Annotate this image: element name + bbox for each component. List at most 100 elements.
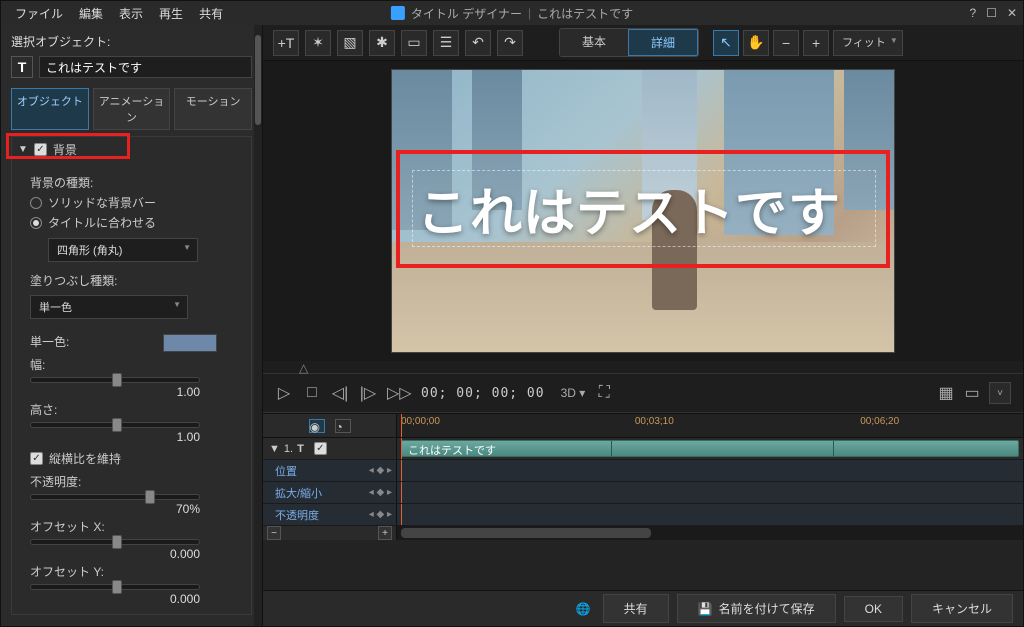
zoom-in-button[interactable]: +: [803, 30, 829, 56]
maximize-icon[interactable]: ☐: [986, 6, 997, 20]
tab-motion[interactable]: モーション: [174, 88, 252, 130]
title-clip[interactable]: これはテストです: [401, 440, 1019, 457]
mode-basic[interactable]: 基本: [560, 29, 628, 56]
keyframe-nav[interactable]: ◂ ◆ ▸: [369, 465, 392, 476]
fullscreen-button[interactable]: ⛶: [595, 384, 613, 402]
radio-icon-selected: [30, 217, 42, 229]
keyframe-nav[interactable]: ◂ ◆ ▸: [369, 487, 392, 498]
add-text-button[interactable]: +T: [273, 30, 299, 56]
width-value: 1.00: [30, 385, 200, 399]
track-lane-scale[interactable]: [397, 482, 1023, 503]
redo-button[interactable]: ↷: [497, 30, 523, 56]
track-header-opacity[interactable]: 不透明度 ◂ ◆ ▸: [263, 504, 397, 525]
stop-button[interactable]: □: [303, 384, 321, 402]
radio-solid-bar[interactable]: ソリッドな背景バー: [30, 194, 243, 211]
undo-button[interactable]: ↶: [465, 30, 491, 56]
playhead-marker-icon[interactable]: △: [299, 361, 308, 375]
opacity-value: 70%: [30, 502, 200, 516]
track-lane-main[interactable]: これはテストです: [397, 438, 1023, 459]
safe-zone-button[interactable]: ▭: [963, 383, 981, 403]
lock-aspect-checkbox[interactable]: ✓: [30, 452, 43, 465]
title-text-content[interactable]: これはテストです: [412, 170, 876, 247]
track-lane-opacity[interactable]: [397, 504, 1023, 525]
timeline: ◉ ◔ 00;00;00 00;03;10 00;06;20 ▼ 1. T: [263, 413, 1023, 590]
ruler-tick: 00;03;10: [635, 416, 674, 427]
save-icon: 💾: [698, 602, 713, 616]
track-header-position[interactable]: 位置 ◂ ◆ ▸: [263, 460, 397, 481]
add-particle-button[interactable]: ✶: [305, 30, 331, 56]
ruler-tick: 00;06;20: [860, 416, 899, 427]
preview-canvas[interactable]: これはテストです: [391, 69, 895, 353]
menu-share[interactable]: 共有: [191, 5, 231, 22]
menu-file[interactable]: ファイル: [7, 5, 71, 22]
lock-aspect-row[interactable]: ✓ 縦横比を維持: [30, 450, 243, 467]
offset-x-value: 0.000: [30, 547, 200, 561]
app-title: タイトル デザイナー: [411, 5, 522, 22]
add-effect-button[interactable]: ✱: [369, 30, 395, 56]
keyframe-tab-icon[interactable]: ◉: [309, 419, 325, 433]
clock-tab-icon[interactable]: ◔: [335, 419, 351, 433]
app-logo-icon: [391, 6, 405, 20]
timeline-zoom-out[interactable]: −: [267, 526, 281, 540]
toggle-box-button[interactable]: ▭: [401, 30, 427, 56]
doc-title: これはテストです: [537, 5, 633, 22]
next-frame-button[interactable]: |▷: [359, 383, 377, 403]
share-button[interactable]: 共有: [603, 594, 669, 623]
title-center: タイトル デザイナー | これはテストです: [391, 5, 633, 22]
move-tool[interactable]: ↖: [713, 30, 739, 56]
offset-x-slider[interactable]: [30, 539, 200, 545]
prev-frame-button[interactable]: ◁|: [331, 383, 349, 403]
offset-y-slider[interactable]: [30, 584, 200, 590]
timeline-zoom-in[interactable]: +: [378, 526, 392, 540]
play-button[interactable]: ▷: [275, 383, 293, 403]
opacity-slider[interactable]: [30, 494, 200, 500]
pan-tool[interactable]: ✋: [743, 30, 769, 56]
radio-fit-title[interactable]: タイトルに合わせる: [30, 214, 243, 231]
chevron-down-icon: ▼: [18, 144, 28, 155]
panel-background-header[interactable]: ▼ ✓ 背景: [12, 137, 251, 162]
keyframe-nav[interactable]: ◂ ◆ ▸: [369, 509, 392, 520]
close-icon[interactable]: ✕: [1007, 6, 1017, 20]
zoom-out-button[interactable]: −: [773, 30, 799, 56]
globe-icon[interactable]: 🌐: [576, 602, 591, 616]
shape-select[interactable]: 四角形 (角丸): [48, 238, 198, 262]
menu-play[interactable]: 再生: [151, 5, 191, 22]
add-image-button[interactable]: ▧: [337, 30, 363, 56]
radio-icon: [30, 197, 42, 209]
mode-advanced[interactable]: 詳細: [628, 29, 698, 56]
selected-object-label: 選択オブジェクト:: [11, 33, 252, 50]
time-ruler[interactable]: 00;00;00 00;03;10 00;06;20: [397, 414, 1023, 437]
3d-toggle[interactable]: 3D ▾: [561, 386, 586, 400]
fast-forward-button[interactable]: ▷▷: [387, 383, 405, 403]
tab-object[interactable]: オブジェクト: [11, 88, 89, 130]
cancel-button[interactable]: キャンセル: [911, 594, 1013, 623]
zoom-fit-select[interactable]: フィット: [833, 30, 903, 56]
title-text-object[interactable]: これはテストです: [412, 170, 876, 234]
main-area: +T ✶ ▧ ✱ ▭ ☰ ↶ ↷ 基本 詳細 ↖ ✋ − + フィット: [263, 25, 1023, 626]
grid-view-button[interactable]: ▦: [937, 383, 955, 403]
fill-select[interactable]: 単一色: [30, 295, 188, 319]
align-button[interactable]: ☰: [433, 30, 459, 56]
track-visible-checkbox[interactable]: ✓: [314, 442, 327, 455]
collapse-toggle[interactable]: ˅: [989, 382, 1011, 404]
object-name-input[interactable]: [39, 56, 252, 78]
text-icon: T: [297, 443, 304, 455]
menu-edit[interactable]: 編集: [71, 5, 111, 22]
timecode[interactable]: 00; 00; 00; 00: [421, 386, 545, 401]
color-swatch[interactable]: [163, 334, 217, 352]
tab-animation[interactable]: アニメーション: [93, 88, 171, 130]
playhead[interactable]: [401, 414, 402, 437]
menu-view[interactable]: 表示: [111, 5, 151, 22]
track-header-scale[interactable]: 拡大/縮小 ◂ ◆ ▸: [263, 482, 397, 503]
save-as-button[interactable]: 💾名前を付けて保存: [677, 594, 836, 623]
background-enable-checkbox[interactable]: ✓: [34, 143, 47, 156]
height-value: 1.00: [30, 430, 200, 444]
width-slider[interactable]: [30, 377, 200, 383]
ok-button[interactable]: OK: [844, 596, 903, 622]
track-lane-position[interactable]: [397, 460, 1023, 481]
timeline-hscrollbar[interactable]: [397, 526, 1023, 540]
help-icon[interactable]: ?: [969, 6, 976, 20]
sidebar-scrollbar[interactable]: [254, 25, 262, 626]
track-header-main[interactable]: ▼ 1. T ✓: [263, 438, 397, 459]
height-slider[interactable]: [30, 422, 200, 428]
